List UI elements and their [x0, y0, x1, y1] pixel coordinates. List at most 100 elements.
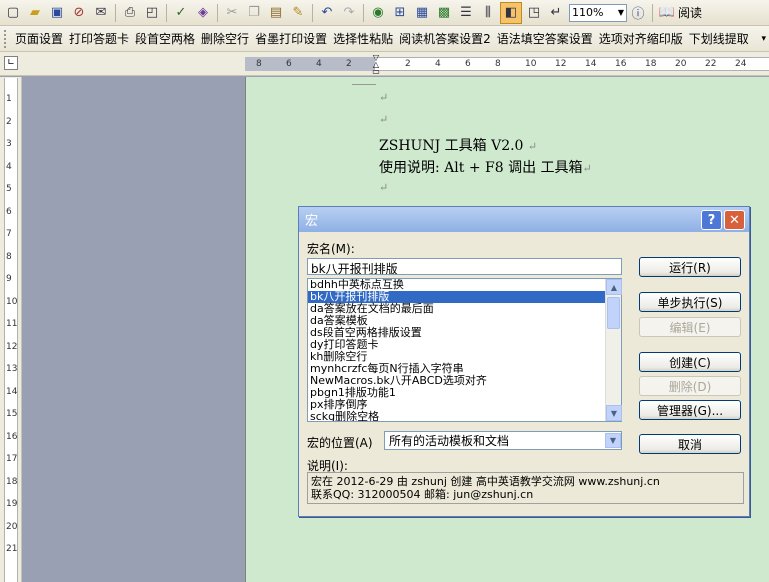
cut-icon[interactable]: ✂	[222, 3, 242, 23]
copy-icon[interactable]: ❐	[244, 3, 264, 23]
description-line: 联系QQ: 312000504 邮箱: jun@zshunj.cn	[311, 488, 534, 501]
zoom-dropdown[interactable]: 110% ▼	[569, 3, 627, 22]
macro-list[interactable]: bdhh中英标点互换 bk八开报刊排版 da答案放在文档的最后面 da答案模板 ds段首…	[307, 278, 622, 422]
vertical-ruler-tick-label: 2	[6, 116, 12, 127]
description-line: 宏在 2012-6-29 由 zshunj 创建 高中英语教学交流网 www.z…	[311, 475, 660, 488]
show-hide-icon[interactable]: ◳	[524, 3, 544, 23]
macro-location-value: 所有的活动模板和文档	[389, 434, 510, 448]
vertical-ruler-tick-label: 16	[6, 431, 18, 442]
margin-corner	[352, 79, 376, 85]
ruler-tick-label: 24	[735, 59, 747, 69]
ruler-tick-label: 14	[585, 59, 597, 69]
insert-table-icon[interactable]: ▦	[412, 3, 432, 23]
scroll-up-icon[interactable]: ▲	[606, 279, 622, 295]
paragraph-mark: ↵	[379, 181, 389, 194]
close-button[interactable]: ✕	[724, 210, 745, 230]
macro-location-label: 宏的位置(A)	[307, 436, 373, 450]
macro-button-print-answer-sheet[interactable]: 打印答题卡	[66, 30, 132, 47]
tables-borders-icon[interactable]: ⊞	[390, 3, 410, 23]
toolbar-separator	[166, 3, 167, 22]
toolbar-separator	[217, 3, 218, 22]
hyperlink-icon[interactable]: ◉	[368, 3, 388, 23]
permission-icon[interactable]: ⊘	[69, 3, 89, 23]
scroll-down-icon[interactable]: ▼	[606, 405, 622, 421]
ruler-tick-label: 8	[256, 59, 262, 69]
insert-excel-icon[interactable]: ▩	[434, 3, 454, 23]
new-icon[interactable]: ▢	[3, 3, 23, 23]
macro-list-scrollbar[interactable]: ▲ ▼	[605, 279, 622, 421]
macro-button-delete-blank-lines[interactable]: 删除空行	[198, 30, 252, 47]
chevron-down-icon[interactable]: ▼	[605, 433, 621, 448]
vertical-ruler-tick-label: 11	[6, 319, 18, 329]
macro-button-indent[interactable]: 段首空两格	[132, 30, 198, 47]
macro-button-ink-saving[interactable]: 省墨打印设置	[252, 30, 330, 47]
help-button[interactable]: ?	[701, 210, 722, 230]
ruler-tick-label: 18	[645, 59, 657, 69]
ruler-tick-label: 10	[525, 59, 537, 69]
macro-button-option-align[interactable]: 选项对齐缩印版	[596, 30, 686, 47]
scroll-thumb[interactable]	[607, 297, 620, 329]
paragraph-mark-icon[interactable]: ↵	[546, 3, 566, 23]
research-icon[interactable]: ◈	[193, 3, 213, 23]
vertical-ruler-tick-label: 10	[6, 296, 18, 307]
macro-button-paste-special[interactable]: 选择性粘贴	[330, 30, 396, 47]
paragraph-mark: ↵	[379, 113, 389, 126]
toolbar-separator	[363, 3, 364, 22]
save-icon[interactable]: ▣	[47, 3, 67, 23]
columns-icon[interactable]: ☰	[456, 3, 476, 23]
vertical-ruler-tick-label: 8	[6, 251, 12, 262]
macro-button-reader-answers[interactable]: 阅读机答案设置2	[396, 30, 494, 47]
print-preview-icon[interactable]: ◰	[142, 3, 162, 23]
vertical-ruler-tick-label: 1	[6, 94, 12, 104]
macro-button-page-setup[interactable]: 页面设置	[12, 30, 66, 47]
edit-button[interactable]: 编辑(E)	[639, 317, 741, 337]
cancel-button[interactable]: 取消	[639, 434, 741, 454]
macro-button-underline-extract[interactable]: 下划线提取	[686, 30, 752, 47]
dialog-title: 宏	[305, 214, 319, 229]
macro-location-select[interactable]: 所有的活动模板和文档 ▼	[384, 431, 622, 450]
vertical-ruler-tick-label: 5	[6, 184, 12, 194]
ruler-tick-label: 2	[405, 59, 411, 69]
toolbar-grip[interactable]	[4, 29, 9, 48]
ruler-labels: 8 6 4 2 2 4 6 8 10 12 14 16 18 20 22 24	[0, 57, 769, 71]
print-icon[interactable]: ⎙	[120, 3, 140, 23]
format-painter-icon[interactable]: ✎	[288, 3, 308, 23]
toolbar-overflow-icon[interactable]: ▾	[758, 34, 769, 44]
macro-list-item[interactable]: sckg删除空格	[308, 411, 605, 422]
indent-marker[interactable]: ▽ △ ▭	[371, 54, 381, 76]
vertical-ruler-tick-label: 12	[6, 341, 18, 352]
zoom-value: 110%	[572, 6, 604, 19]
macro-name-input[interactable]: bk八开报刊排版	[307, 258, 622, 275]
toolbar-separator	[115, 3, 116, 22]
ruler-tick-label: 6	[465, 59, 471, 69]
open-icon[interactable]: ▰	[25, 3, 45, 23]
email-icon[interactable]: ✉	[91, 3, 111, 23]
macro-button-grammar-answers[interactable]: 语法填空答案设置	[494, 30, 596, 47]
vertical-ruler-tick-label: 19	[6, 499, 18, 509]
redo-icon[interactable]: ↷	[339, 3, 359, 23]
create-button[interactable]: 创建(C)	[639, 352, 741, 372]
vertical-ruler-tick-label: 20	[6, 521, 18, 532]
macro-toolbar: 页面设置 打印答题卡 段首空两格 删除空行 省墨打印设置 选择性粘贴 阅读机答案…	[0, 26, 769, 52]
drawing-icon[interactable]: ⫼	[478, 3, 498, 23]
delete-button[interactable]: 删除(D)	[639, 376, 741, 396]
organizer-button[interactable]: 管理器(G)...	[639, 400, 741, 420]
description-box: 宏在 2012-6-29 由 zshunj 创建 高中英语教学交流网 www.z…	[307, 472, 744, 504]
undo-icon[interactable]: ↶	[317, 3, 337, 23]
read-icon[interactable]: 📖	[657, 3, 677, 23]
document-map-icon[interactable]: ◧	[500, 1, 522, 24]
vertical-ruler-tick-label: 4	[6, 161, 12, 172]
ruler-tick-label: 6	[286, 59, 292, 69]
vertical-ruler-tick-label: 14	[6, 386, 18, 397]
spellcheck-icon[interactable]: ✓	[171, 3, 191, 23]
vertical-ruler-tick-label: 13	[6, 364, 18, 374]
ruler-tick-label: 16	[615, 59, 627, 69]
paste-icon[interactable]: ▤	[266, 3, 286, 23]
read-button-label[interactable]: 阅读	[678, 4, 702, 21]
vertical-ruler-tick-label: 6	[6, 206, 12, 217]
step-into-button[interactable]: 单步执行(S)	[639, 292, 741, 312]
help-icon[interactable]: ⓘ	[628, 3, 648, 23]
dialog-titlebar[interactable]: 宏	[299, 207, 749, 232]
ruler-tick-label: 22	[705, 59, 717, 69]
run-button[interactable]: 运行(R)	[639, 257, 741, 277]
